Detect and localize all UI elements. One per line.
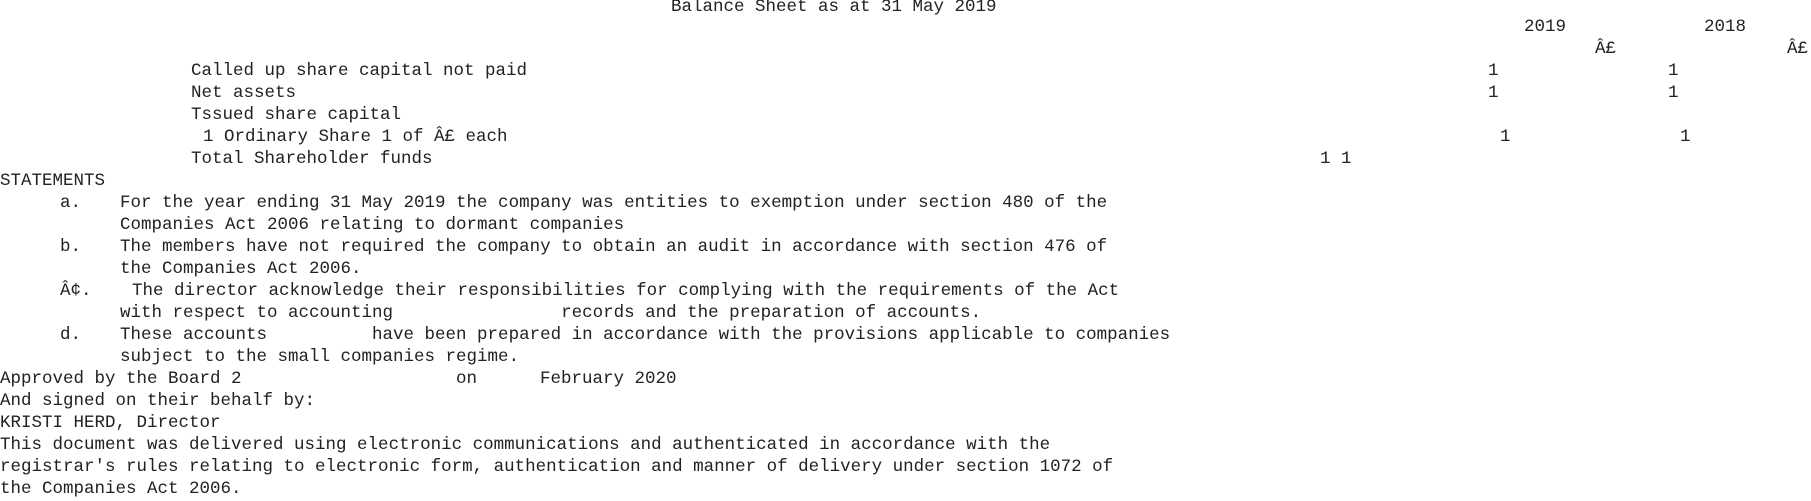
ordinary-share-2019: 1 (1500, 127, 1511, 147)
statements-heading: STATEMENTS (0, 171, 106, 191)
statement-b-line-2: the Companies Act 2006. (120, 259, 362, 279)
statement-d-line-2: subject to the small companies regime. (120, 347, 520, 367)
approved-by-board: Approved by the Board 2 (0, 369, 242, 389)
statement-c-line-2: with respect to accounting records and t… (120, 303, 982, 323)
approval-date: February 2020 (540, 369, 677, 389)
called-up-capital-2019: 1 (1488, 61, 1499, 81)
ordinary-share-label: 1 Ordinary Share 1 of Â£ each (203, 127, 508, 147)
statement-a-line-1: For the year ending 31 May 2019 the comp… (120, 193, 1108, 213)
total-shareholder-funds-label: Total Shareholder funds (191, 149, 433, 169)
ordinary-share-2018: 1 (1680, 127, 1691, 147)
statement-b-line-1: The members have not required the compan… (120, 237, 1108, 257)
currency-symbol-2019: Â£ (1595, 39, 1617, 59)
called-up-capital-label: Called up share capital not paid (191, 61, 528, 81)
column-header-2018: 2018 (1704, 17, 1747, 37)
statement-a-marker: a. (60, 193, 82, 213)
total-shareholder-funds-value: 1 1 (1320, 149, 1352, 169)
issued-share-capital-heading: Tssued share capital (191, 105, 402, 125)
footer-line-3: the Companies Act 2006. (0, 479, 242, 499)
footer-line-1: This document was delivered using electr… (0, 435, 1051, 455)
director-name: KRISTI HERD, Director (0, 413, 221, 433)
net-assets-2018: 1 (1668, 83, 1679, 103)
signed-on-behalf: And signed on their behalf by: (0, 391, 316, 411)
column-header-2019: 2019 (1524, 17, 1567, 37)
statement-c-marker: Â¢. (60, 281, 92, 301)
page-title: Balance Sheet as at 31 May 2019 (671, 0, 997, 17)
statement-b-marker: b. (60, 237, 82, 257)
approval-on: on (456, 369, 478, 389)
net-assets-2019: 1 (1488, 83, 1499, 103)
statement-d-line-1: These accounts have been prepared in acc… (120, 325, 1171, 345)
footer-line-2: registrar's rules relating to electronic… (0, 457, 1114, 477)
statement-d-marker: d. (60, 325, 82, 345)
net-assets-label: Net assets (191, 83, 297, 103)
called-up-capital-2018: 1 (1668, 61, 1679, 81)
statement-c-line-1: The director acknowledge their responsib… (132, 281, 1120, 301)
currency-symbol-2018: Â£ (1787, 39, 1809, 59)
statement-a-line-2: Companies Act 2006 relating to dormant c… (120, 215, 625, 235)
